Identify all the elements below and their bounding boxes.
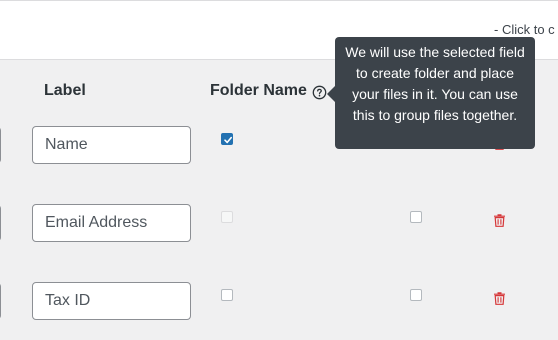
row-2-label-input[interactable] bbox=[32, 204, 191, 242]
row-2-left-field[interactable] bbox=[0, 205, 1, 241]
row-2-trash-icon[interactable] bbox=[493, 213, 506, 227]
row-3-label-input[interactable] bbox=[32, 282, 191, 320]
row-1-label-input[interactable] bbox=[32, 126, 191, 164]
field-settings-panel: - Click to c Label Folder Name Name Emai… bbox=[0, 0, 558, 340]
row-2-checkbox[interactable] bbox=[410, 211, 422, 223]
row-1-left-field[interactable] bbox=[0, 127, 1, 163]
row-3-folder-name-checkbox[interactable] bbox=[221, 289, 233, 301]
help-circle-icon[interactable] bbox=[312, 85, 327, 100]
row-2-folder-name-checkbox[interactable] bbox=[221, 211, 233, 223]
tooltip-arrow bbox=[327, 86, 335, 102]
top-hint-text: - Click to c bbox=[494, 22, 555, 37]
row-3-left-field[interactable] bbox=[0, 283, 1, 319]
checkmark-icon bbox=[224, 136, 232, 144]
folder-name-tooltip: We will use the selected field to create… bbox=[335, 37, 535, 149]
column-header-folder-name: Folder Name bbox=[210, 82, 307, 99]
column-header-label: Label bbox=[44, 82, 86, 99]
row-3-checkbox[interactable] bbox=[410, 289, 422, 301]
row-1-folder-name-checkbox[interactable] bbox=[221, 133, 233, 145]
row-3-trash-icon[interactable] bbox=[493, 291, 506, 305]
